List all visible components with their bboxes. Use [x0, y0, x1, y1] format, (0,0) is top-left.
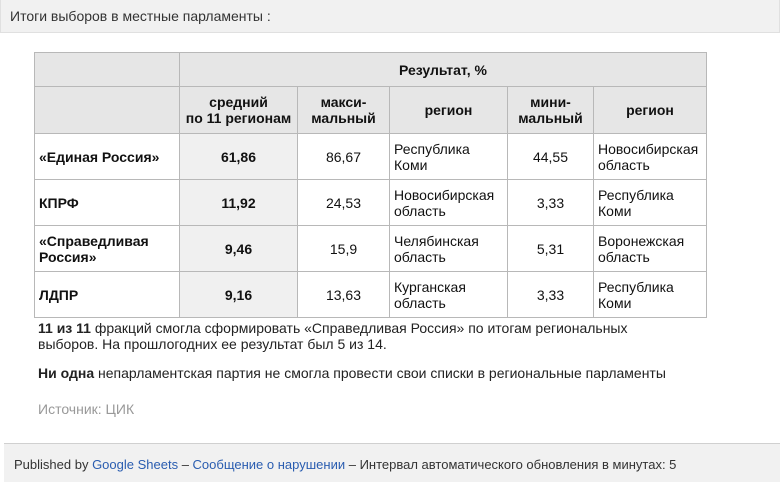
footer-separator: –	[178, 457, 193, 472]
col-min-header: мини- мальный	[507, 86, 594, 134]
note-fractions-text-2: выборов. На прошлогодних ее результат бы…	[38, 336, 387, 352]
update-interval-text: Интервал автоматического обновления в ми…	[359, 457, 677, 472]
note-fractions-bold: 11 из 11	[38, 320, 91, 336]
note-fractions: 11 из 11 фракций смогла сформировать «Сп…	[38, 320, 628, 352]
note-fractions-text: фракций смогла сформировать «Справедлива…	[90, 320, 628, 336]
col-avg-header-line2: по 11 регионам	[185, 110, 292, 126]
party-name: КПРФ	[34, 179, 180, 226]
col-min-header-line1: мини-	[530, 94, 571, 110]
note-non-parliament-bold: Ни одна	[38, 365, 95, 381]
min-region: Новосибирская область	[593, 133, 707, 180]
source-text: Источник: ЦИК	[38, 401, 135, 417]
party-name: ЛДПР	[34, 271, 180, 318]
col-max-header-line1: макси-	[320, 94, 367, 110]
results-table: Результат, % средний по 11 регионам макс…	[34, 52, 707, 318]
min-value: 44,55	[507, 133, 594, 180]
note-non-parliament-text: непарламентская партия не смогла провест…	[94, 365, 666, 381]
col-max-header-line2: мальный	[311, 110, 376, 126]
page-header: Итоги выборов в местные парламенты :	[0, 0, 780, 33]
result-percent-header: Результат, %	[179, 52, 707, 87]
col-max-region-header: регион	[389, 86, 508, 134]
table-row: ЛДПР 9,16 13,63 Курганская область 3,33 …	[34, 271, 707, 318]
party-name: «Единая Россия»	[34, 133, 180, 180]
table-corner-cell	[34, 52, 180, 87]
report-abuse-link[interactable]: Сообщение о нарушении	[193, 457, 346, 472]
table-row: «Справедливая Россия» 9,46 15,9 Челябинс…	[34, 225, 707, 272]
col-avg-header: средний по 11 регионам	[179, 86, 298, 134]
note-non-parliament: Ни одна непарламентская партия не смогла…	[38, 365, 666, 381]
table-group-header-row: Результат, %	[34, 52, 707, 87]
footer-separator-2: –	[345, 457, 360, 472]
table-row: КПРФ 11,92 24,53 Новосибирская область 3…	[34, 179, 707, 226]
min-value: 5,31	[507, 225, 594, 272]
max-region: Курганская область	[389, 271, 508, 318]
table-column-header-row: средний по 11 регионам макси- мальный ре…	[34, 86, 707, 134]
min-region: Воронежская область	[593, 225, 707, 272]
avg-value: 61,86	[179, 133, 298, 180]
party-name: «Справедливая Россия»	[34, 225, 180, 272]
table-row: «Единая Россия» 61,86 86,67 Республика К…	[34, 133, 707, 180]
footer: Published by Google Sheets – Сообщение о…	[4, 443, 780, 482]
min-value: 3,33	[507, 271, 594, 318]
table-corner-cell-2	[34, 86, 180, 134]
google-sheets-link[interactable]: Google Sheets	[92, 457, 178, 472]
min-region: Республика Коми	[593, 179, 707, 226]
col-min-header-line2: мальный	[518, 110, 583, 126]
min-region: Республика Коми	[593, 271, 707, 318]
max-value: 15,9	[297, 225, 390, 272]
page-title: Итоги выборов в местные парламенты :	[10, 8, 271, 24]
max-value: 13,63	[297, 271, 390, 318]
max-region: Челябинская область	[389, 225, 508, 272]
max-region: Новосибирская область	[389, 179, 508, 226]
avg-value: 9,46	[179, 225, 298, 272]
max-region: Республика Коми	[389, 133, 508, 180]
col-avg-header-line1: средний	[209, 94, 268, 110]
min-value: 3,33	[507, 179, 594, 226]
avg-value: 9,16	[179, 271, 298, 318]
max-value: 86,67	[297, 133, 390, 180]
col-min-region-header: регион	[593, 86, 707, 134]
max-value: 24,53	[297, 179, 390, 226]
published-by-text: Published by	[14, 457, 93, 472]
avg-value: 11,92	[179, 179, 298, 226]
col-max-header: макси- мальный	[297, 86, 390, 134]
